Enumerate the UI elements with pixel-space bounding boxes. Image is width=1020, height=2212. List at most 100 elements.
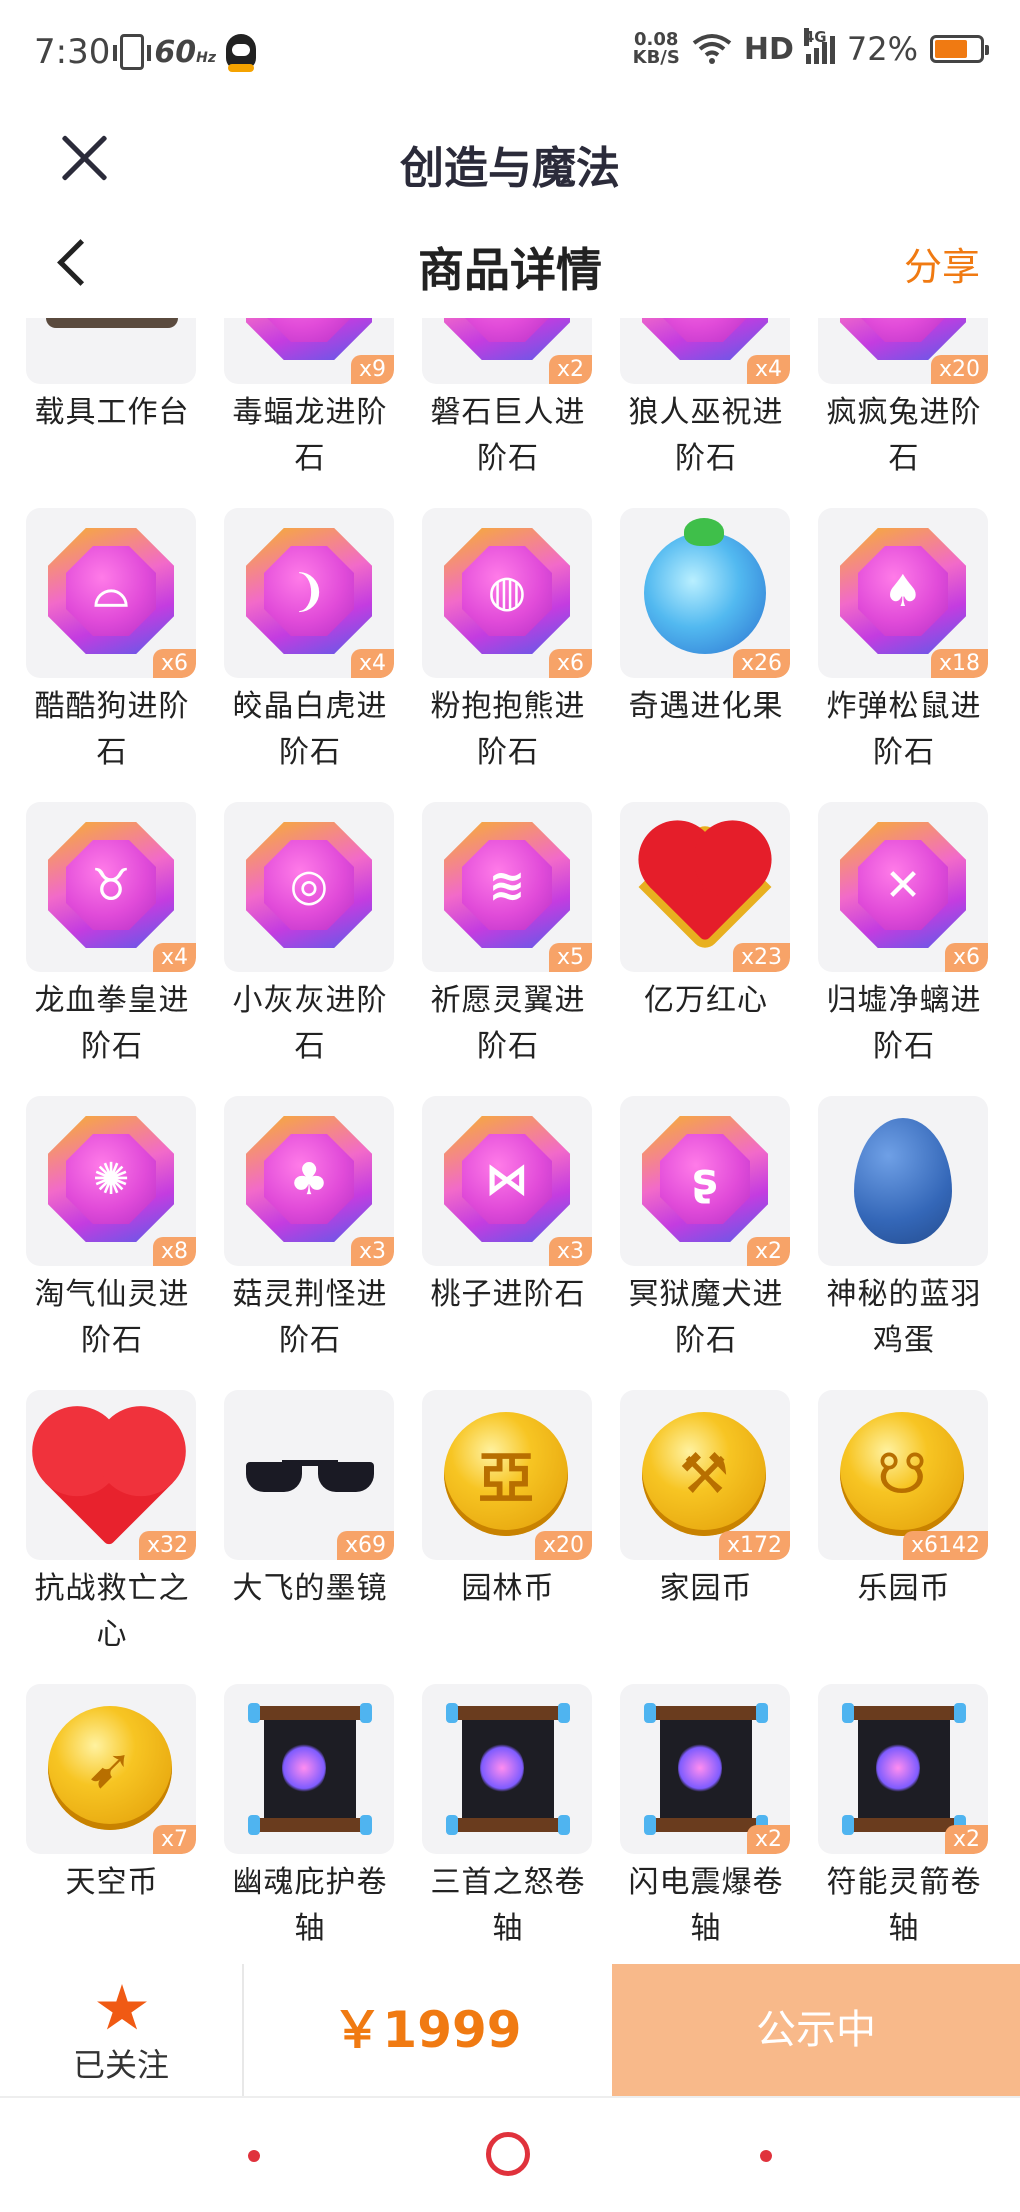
item-card[interactable]: ♣ x3 菇灵荆怪进阶石 [224,1096,396,1360]
item-card[interactable]: ➹ x7 天空币 [26,1684,198,1948]
item-thumbnail: ☋ x6142 [818,1390,988,1560]
item-thumbnail: ♣ x3 [224,1096,394,1266]
follow-label: 已关注 [72,2046,169,2084]
item-card[interactable]: x69 大飞的墨镜 [224,1390,396,1654]
scroll-icon [248,1703,372,1835]
item-card[interactable]: ❩ x4 皎晶白虎进阶石 [224,508,396,772]
item-card[interactable]: ✕ x6 归墟净螭进阶石 [818,802,990,1066]
gem-icon: ≋ [444,822,570,948]
item-card[interactable]: ✦ x2 磐石巨人进阶石 [422,318,594,478]
item-name: 家园币 [659,1571,753,1606]
item-count-badge: x172 [718,1531,790,1560]
item-count-badge: x6142 [902,1531,988,1560]
item-count-badge: x4 [350,649,394,678]
gem-icon: ◎ [246,822,372,948]
item-count-badge: x20 [930,355,988,384]
item-name: 菇灵荆怪进阶石 [232,1277,388,1358]
item-thumbnail: ✕ x6 [818,802,988,972]
item-card[interactable]: ♆ x4 狼人巫祝进阶石 [620,318,792,478]
egg-icon [854,1118,952,1244]
item-card[interactable]: ⚒ x172 家园币 [620,1390,792,1654]
item-count-badge: x2 [746,1237,790,1266]
network-speed: 0.08 KB/S [633,31,680,67]
item-card[interactable]: ◍ x6 粉抱抱熊进阶石 [422,508,594,772]
coin-icon: 亞 [444,1412,568,1536]
item-thumbnail: ♉ x4 [26,802,196,972]
item-card[interactable]: ≋ x5 祈愿灵翼进阶石 [422,802,594,1066]
item-card[interactable]: ♥ x20 疯疯兔进阶石 [818,318,990,478]
item-thumbnail [422,1684,592,1854]
item-card[interactable]: x32 抗战救亡之心 [26,1390,198,1654]
item-card[interactable]: 神秘的蓝羽鸡蛋 [818,1096,990,1360]
gem-icon: ♠ [840,528,966,654]
item-emblem: ❩ [290,565,328,617]
battery-icon [930,35,989,63]
item-count-badge: x9 [350,355,394,384]
item-thumbnail: 亞 x20 [422,1390,592,1560]
wifi-icon [692,34,732,64]
item-emblem: ✺ [92,1153,130,1205]
item-count-badge: x3 [548,1237,592,1266]
item-card[interactable]: ☋ x6142 乐园币 [818,1390,990,1654]
refresh-rate-value: 60 [154,34,197,70]
app-title: 创造与魔法 [400,143,620,194]
item-emblem: ♠ [883,565,923,617]
item-name: 奇遇进化果 [628,689,784,724]
item-count-badge: x2 [548,355,592,384]
follow-button[interactable]: 已关注 [0,1964,244,2096]
item-thumbnail: ◎ [224,802,394,972]
item-name: 狼人巫祝进阶石 [628,395,784,476]
price: ￥1999 [332,2001,522,2059]
item-card[interactable]: ʂ x2 冥狱魔犬进阶石 [620,1096,792,1360]
item-thumbnail: ♠ x18 [818,508,988,678]
item-card[interactable]: 亞 x20 园林币 [422,1390,594,1654]
item-card[interactable]: x2 符能灵箭卷轴 [818,1684,990,1948]
public-notice-button[interactable]: 公示中 [612,1964,1020,2096]
item-card[interactable]: 载具工作台 [26,318,198,478]
item-emblem: ⌓ [93,565,129,617]
item-card[interactable]: ⌓ x6 酷酷狗进阶石 [26,508,198,772]
nav-menu-button[interactable] [248,2150,260,2162]
item-emblem: ♥ [858,318,948,342]
item-emblem: ♆ [660,318,750,342]
network-type: 4G [803,28,827,46]
item-card[interactable]: 幽魂庇护卷轴 [224,1684,396,1948]
item-grid-viewport[interactable]: 载具工作台 ☠ x9 毒蝠龙进阶石 ✦ x2 磐石巨人进阶石 ♆ x4 狼人巫祝进阶石 ♥ x20 疯疯… [0,318,1020,1964]
signal-icon: 4G [803,28,835,64]
item-name: 闪电震爆卷轴 [628,1865,784,1946]
item-emblem: ⋈ [485,1153,529,1205]
star-icon [97,1984,147,2030]
scroll-icon [446,1703,570,1835]
item-card[interactable]: 三首之怒卷轴 [422,1684,594,1948]
item-card[interactable]: ♠ x18 炸弹松鼠进阶石 [818,508,990,772]
gem-icon: ✕ [840,822,966,948]
item-emblem: ʂ [691,1153,719,1205]
item-card[interactable]: x23 亿万红心 [620,802,792,1066]
item-card[interactable]: ♉ x4 龙血拳皇进阶石 [26,802,198,1066]
item-count-badge: x4 [152,943,196,972]
item-card[interactable]: x2 闪电震爆卷轴 [620,1684,792,1948]
item-card[interactable]: ☠ x9 毒蝠龙进阶石 [224,318,396,478]
item-emblem: ☠ [264,318,354,342]
item-count-badge: x2 [746,1825,790,1854]
item-thumbnail [26,318,196,384]
nav-back-button[interactable] [760,2150,772,2162]
item-count-badge: x18 [930,649,988,678]
gem-icon: ♆ [642,318,768,360]
item-grid: 载具工作台 ☠ x9 毒蝠龙进阶石 ✦ x2 磐石巨人进阶石 ♆ x4 狼人巫祝进阶石 ♥ x20 疯疯… [26,318,1006,1948]
item-name: 炸弹松鼠进阶石 [826,689,982,770]
item-card[interactable]: ✺ x8 淘气仙灵进阶石 [26,1096,198,1360]
scroll-icon [842,1703,966,1835]
share-button[interactable]: 分享 [904,236,980,291]
item-card[interactable]: x26 奇遇进化果 [620,508,792,772]
status-bar: 7:30 60Hz 0.08 KB/S HD 4G 72% [0,0,1020,108]
item-name: 龙血拳皇进阶石 [34,983,190,1064]
item-name: 疯疯兔进阶石 [826,395,982,476]
item-emblem: ≋ [488,859,526,911]
nav-home-button[interactable] [486,2132,530,2176]
item-count-badge: x32 [138,1531,196,1560]
item-card[interactable]: ⋈ x3 桃子进阶石 [422,1096,594,1360]
item-card[interactable]: ◎ 小灰灰进阶石 [224,802,396,1066]
item-thumbnail: ♥ x20 [818,318,988,384]
gem-icon: ☠ [246,318,372,360]
